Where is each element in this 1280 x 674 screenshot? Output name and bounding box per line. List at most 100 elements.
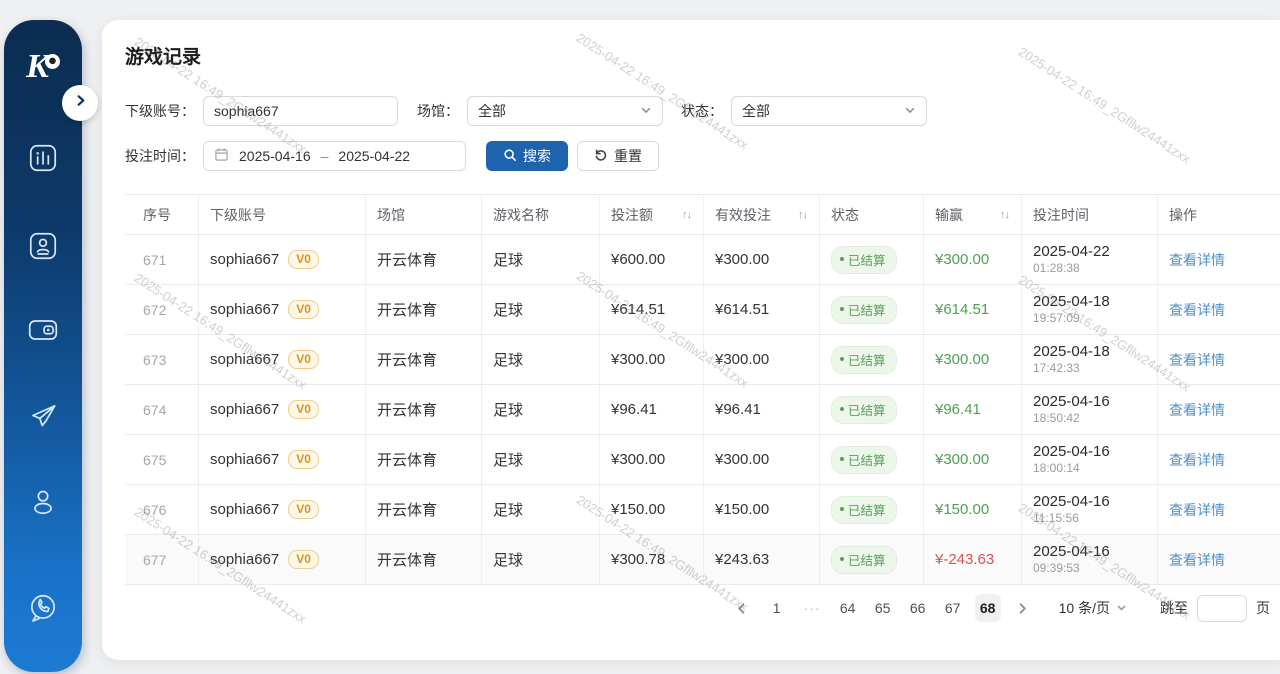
search-button[interactable]: 搜索 bbox=[486, 141, 568, 171]
view-details-link[interactable]: 查看详情 bbox=[1169, 300, 1225, 320]
row-valid-bet: ¥614.51 bbox=[704, 285, 820, 334]
row-account: sophia667 V0 bbox=[199, 485, 366, 534]
reset-button-label: 重置 bbox=[614, 146, 642, 166]
brand-logo[interactable]: K bbox=[4, 48, 82, 86]
row-bet-time: 2025-04-2201:28:38 bbox=[1022, 235, 1158, 284]
status-select[interactable]: 全部 bbox=[731, 96, 927, 126]
chevron-down-icon bbox=[904, 103, 916, 119]
view-details-link[interactable]: 查看详情 bbox=[1169, 450, 1225, 470]
view-details-link[interactable]: 查看详情 bbox=[1169, 350, 1225, 370]
row-game: 足球 bbox=[482, 385, 600, 434]
row-bet-amount: ¥96.41 bbox=[600, 385, 704, 434]
page-number-65[interactable]: 65 bbox=[870, 594, 896, 622]
settled-status-badge: 已结算 bbox=[831, 346, 897, 374]
row-bet-amount: ¥600.00 bbox=[600, 235, 704, 284]
row-win-loss: ¥300.00 bbox=[924, 335, 1022, 384]
row-seq: 676 bbox=[125, 485, 199, 534]
sidebar-expand-button[interactable] bbox=[62, 85, 98, 121]
wallet-icon bbox=[26, 334, 60, 351]
status-dot-icon bbox=[840, 507, 844, 511]
row-game: 足球 bbox=[482, 535, 600, 584]
sidebar-item-service[interactable] bbox=[26, 591, 60, 625]
reset-button[interactable]: 重置 bbox=[577, 141, 659, 171]
column-header-3: 游戏名称 bbox=[482, 195, 600, 234]
row-account: sophia667 V0 bbox=[199, 435, 366, 484]
row-venue: 开云体育 bbox=[366, 385, 482, 434]
row-bet-amount: ¥300.78 bbox=[600, 535, 704, 584]
sort-icon[interactable]: ↑↓ bbox=[1000, 209, 1009, 221]
table-row: 675 sophia667 V0 开云体育 足球 ¥300.00 ¥300.00… bbox=[125, 435, 1280, 485]
sidebar-item-share[interactable] bbox=[26, 399, 60, 433]
page-number-66[interactable]: 66 bbox=[905, 594, 931, 622]
row-valid-bet: ¥96.41 bbox=[704, 385, 820, 434]
status-dot-icon bbox=[840, 257, 844, 261]
account-input[interactable] bbox=[214, 103, 387, 119]
row-action: 查看详情 bbox=[1158, 485, 1280, 534]
column-header-8: 投注时间 bbox=[1022, 195, 1158, 234]
next-page-button[interactable] bbox=[1010, 594, 1036, 622]
status-dot-icon bbox=[840, 407, 844, 411]
page-ellipsis[interactable]: ··· bbox=[799, 594, 826, 622]
row-game: 足球 bbox=[482, 435, 600, 484]
row-account: sophia667 V0 bbox=[199, 235, 366, 284]
page-jump-label: 跳至 bbox=[1160, 598, 1188, 618]
sort-icon[interactable]: ↑↓ bbox=[798, 209, 807, 221]
settled-status-badge: 已结算 bbox=[831, 496, 897, 524]
table-header-row: 序号下级账号场馆游戏名称投注额↑↓有效投注↑↓状态输赢↑↓投注时间操作 bbox=[125, 194, 1280, 235]
row-bet-amount: ¥150.00 bbox=[600, 485, 704, 534]
sort-icon[interactable]: ↑↓ bbox=[682, 209, 691, 221]
search-icon bbox=[503, 148, 517, 165]
row-status: 已结算 bbox=[820, 485, 924, 534]
sidebar-item-members[interactable] bbox=[26, 229, 60, 263]
row-venue: 开云体育 bbox=[366, 335, 482, 384]
soccer-ball-icon bbox=[45, 54, 60, 69]
venue-select-value: 全部 bbox=[478, 101, 506, 121]
view-details-link[interactable]: 查看详情 bbox=[1169, 500, 1225, 520]
row-game: 足球 bbox=[482, 485, 600, 534]
page-number-67[interactable]: 67 bbox=[940, 594, 966, 622]
row-bet-time: 2025-04-1618:00:14 bbox=[1022, 435, 1158, 484]
view-details-link[interactable]: 查看详情 bbox=[1169, 550, 1225, 570]
column-header-1: 下级账号 bbox=[199, 195, 366, 234]
row-account-name: sophia667 bbox=[210, 301, 279, 318]
view-details-link[interactable]: 查看详情 bbox=[1169, 250, 1225, 270]
prev-page-button[interactable] bbox=[729, 594, 755, 622]
row-action: 查看详情 bbox=[1158, 385, 1280, 434]
date-separator: – bbox=[321, 148, 329, 164]
reset-icon bbox=[594, 148, 608, 165]
page-jump-input[interactable] bbox=[1197, 595, 1247, 622]
row-win-loss: ¥96.41 bbox=[924, 385, 1022, 434]
row-bet-amount: ¥300.00 bbox=[600, 435, 704, 484]
page-number-68[interactable]: 68 bbox=[975, 594, 1001, 622]
row-account: sophia667 V0 bbox=[199, 535, 366, 584]
row-bet-amount: ¥614.51 bbox=[600, 285, 704, 334]
page-number-1[interactable]: 1 bbox=[764, 594, 790, 622]
column-header-5[interactable]: 有效投注↑↓ bbox=[704, 195, 820, 234]
venue-select[interactable]: 全部 bbox=[467, 96, 663, 126]
status-dot-icon bbox=[840, 457, 844, 461]
sidebar-item-profile[interactable] bbox=[26, 485, 60, 519]
row-game: 足球 bbox=[482, 285, 600, 334]
sidebar-item-reports[interactable] bbox=[26, 141, 60, 175]
pagination: 1···6465666768 10 条/页 跳至 页 bbox=[729, 594, 1270, 622]
page-size-value: 10 条/页 bbox=[1059, 598, 1110, 618]
chevron-down-icon bbox=[640, 103, 652, 119]
view-details-link[interactable]: 查看详情 bbox=[1169, 400, 1225, 420]
row-account: sophia667 V0 bbox=[199, 335, 366, 384]
game-records-table: 序号下级账号场馆游戏名称投注额↑↓有效投注↑↓状态输赢↑↓投注时间操作 671 … bbox=[125, 194, 1280, 585]
sidebar-item-wallet[interactable] bbox=[26, 313, 60, 347]
date-start: 2025-04-16 bbox=[239, 148, 311, 164]
row-venue: 开云体育 bbox=[366, 435, 482, 484]
column-header-4[interactable]: 投注额↑↓ bbox=[600, 195, 704, 234]
page-size-select[interactable]: 10 条/页 bbox=[1059, 598, 1127, 618]
page-number-64[interactable]: 64 bbox=[835, 594, 861, 622]
table-body: 671 sophia667 V0 开云体育 足球 ¥600.00 ¥300.00… bbox=[125, 235, 1280, 585]
date-range-picker[interactable]: 2025-04-16 – 2025-04-22 bbox=[203, 141, 466, 171]
row-venue: 开云体育 bbox=[366, 535, 482, 584]
column-header-7[interactable]: 输赢↑↓ bbox=[924, 195, 1022, 234]
search-button-label: 搜索 bbox=[523, 146, 551, 166]
row-win-loss: ¥150.00 bbox=[924, 485, 1022, 534]
row-status: 已结算 bbox=[820, 335, 924, 384]
row-bet-time: 2025-04-1817:42:33 bbox=[1022, 335, 1158, 384]
row-action: 查看详情 bbox=[1158, 335, 1280, 384]
